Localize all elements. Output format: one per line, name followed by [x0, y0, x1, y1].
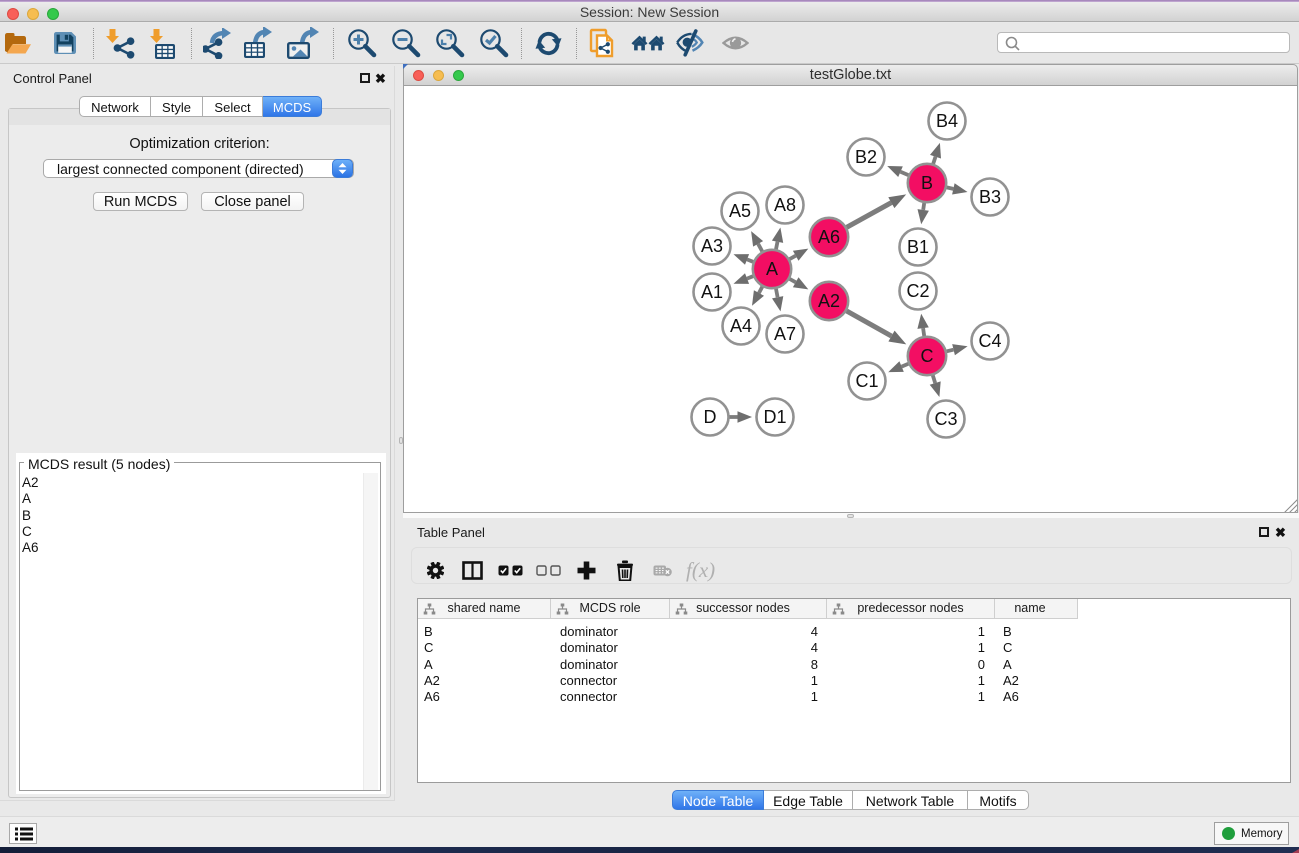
svg-text:C3: C3 [934, 409, 957, 429]
svg-text:B: B [921, 173, 933, 193]
svg-text:A2: A2 [818, 291, 840, 311]
svg-text:B4: B4 [936, 111, 958, 131]
svg-text:A: A [766, 259, 778, 279]
svg-text:C1: C1 [855, 371, 878, 391]
svg-text:D: D [704, 407, 717, 427]
svg-text:A8: A8 [774, 195, 796, 215]
svg-text:B1: B1 [907, 237, 929, 257]
svg-text:B3: B3 [979, 187, 1001, 207]
svg-text:B2: B2 [855, 147, 877, 167]
svg-text:C4: C4 [978, 331, 1001, 351]
svg-text:C: C [921, 346, 934, 366]
svg-text:A7: A7 [774, 324, 796, 344]
svg-text:D1: D1 [763, 407, 786, 427]
svg-text:C2: C2 [906, 281, 929, 301]
svg-text:A4: A4 [730, 316, 752, 336]
svg-text:A6: A6 [818, 227, 840, 247]
svg-text:A5: A5 [729, 201, 751, 221]
svg-text:A3: A3 [701, 236, 723, 256]
svg-text:A1: A1 [701, 282, 723, 302]
